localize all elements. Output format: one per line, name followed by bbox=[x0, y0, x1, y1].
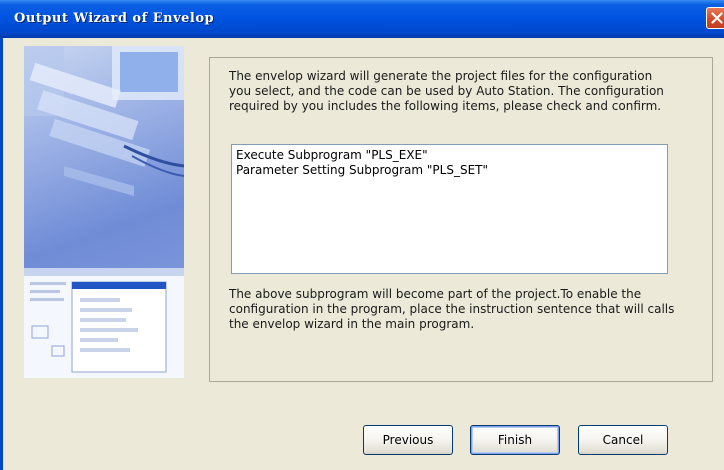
close-icon bbox=[711, 12, 723, 24]
configuration-list[interactable]: Execute Subprogram "PLS_EXE" Parameter S… bbox=[231, 144, 668, 274]
finish-button[interactable]: Finish bbox=[470, 425, 560, 455]
intro-text: The envelop wizard will generate the pro… bbox=[229, 69, 664, 113]
cancel-button[interactable]: Cancel bbox=[578, 425, 668, 455]
title-bar[interactable]: Output Wizard of Envelop bbox=[0, 0, 724, 38]
list-item[interactable]: Parameter Setting Subprogram "PLS_SET" bbox=[236, 163, 663, 178]
previous-button[interactable]: Previous bbox=[363, 425, 453, 455]
wizard-side-image bbox=[24, 46, 184, 378]
note-text: The above subprogram will become part of… bbox=[229, 287, 675, 331]
window-title: Output Wizard of Envelop bbox=[14, 11, 215, 26]
list-item[interactable]: Execute Subprogram "PLS_EXE" bbox=[236, 148, 663, 163]
close-button[interactable] bbox=[706, 7, 724, 29]
